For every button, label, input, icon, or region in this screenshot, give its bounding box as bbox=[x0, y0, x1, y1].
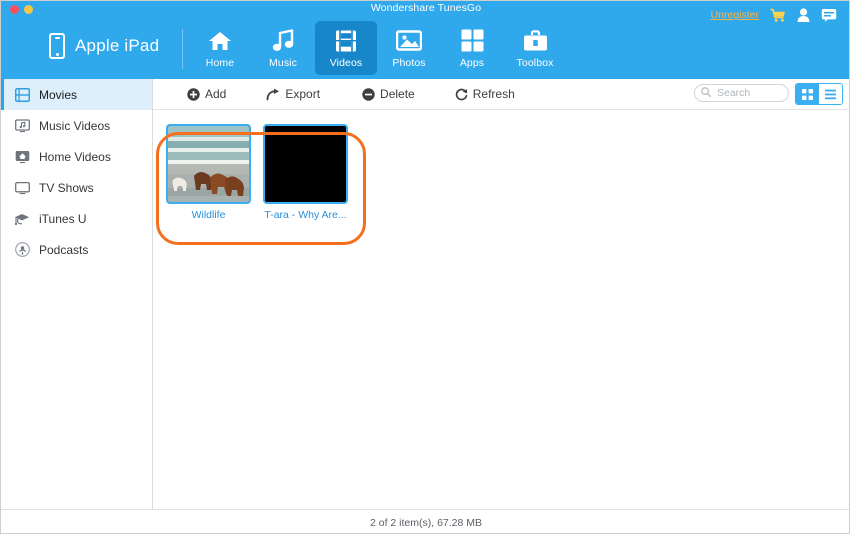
header-divider bbox=[182, 29, 183, 69]
sidebar-item-music-videos[interactable]: Music Videos bbox=[1, 110, 152, 141]
sidebar-item-podcasts[interactable]: Podcasts bbox=[1, 234, 152, 265]
search-box[interactable] bbox=[694, 84, 789, 102]
add-icon bbox=[187, 87, 200, 101]
tab-home[interactable]: Home bbox=[189, 21, 251, 75]
video-grid: Wildlife T-ara - Why Are... bbox=[153, 110, 849, 245]
tab-label: Apps bbox=[459, 56, 485, 69]
video-title: Wildlife bbox=[191, 209, 226, 221]
add-label: Add bbox=[205, 87, 227, 101]
sidebar-item-tv-shows[interactable]: TV Shows bbox=[1, 172, 152, 203]
tab-label: Toolbox bbox=[516, 56, 554, 69]
tab-videos[interactable]: Videos bbox=[315, 21, 377, 75]
status-bar: 2 of 2 item(s), 67.28 MB bbox=[1, 509, 849, 533]
list-view-button[interactable] bbox=[819, 84, 842, 104]
sidebar-item-label: iTunes U bbox=[39, 211, 87, 226]
search-icon bbox=[701, 84, 711, 102]
export-label: Export bbox=[285, 87, 321, 101]
sidebar: Movies Music Videos Home Videos TV Shows… bbox=[1, 79, 153, 509]
tab-toolbox[interactable]: Toolbox bbox=[504, 21, 566, 75]
connected-device[interactable]: Apple iPad bbox=[49, 33, 159, 59]
cart-icon[interactable] bbox=[770, 8, 786, 22]
tab-label: Photos bbox=[392, 56, 426, 69]
sidebar-item-home-videos[interactable]: Home Videos bbox=[1, 141, 152, 172]
refresh-label: Refresh bbox=[472, 87, 515, 101]
video-title: T-ara - Why Are... bbox=[264, 209, 347, 221]
grid-view-button[interactable] bbox=[796, 84, 819, 104]
tab-apps[interactable]: Apps bbox=[441, 21, 503, 75]
video-thumbnail[interactable] bbox=[166, 124, 251, 204]
music-video-icon bbox=[14, 118, 30, 134]
tab-label: Home bbox=[205, 56, 235, 69]
feedback-icon[interactable] bbox=[821, 8, 837, 22]
device-name: Apple iPad bbox=[75, 36, 160, 55]
video-icon bbox=[335, 28, 357, 54]
account-icon[interactable] bbox=[797, 8, 810, 22]
content-area: Add Export Delete Refresh Search Wildlif… bbox=[153, 79, 849, 509]
apps-icon bbox=[461, 28, 484, 54]
video-item[interactable]: Wildlife bbox=[166, 124, 251, 221]
refresh-icon bbox=[455, 88, 468, 101]
export-icon bbox=[266, 88, 280, 101]
home-icon bbox=[208, 28, 232, 54]
video-item[interactable]: T-ara - Why Are... bbox=[263, 124, 348, 221]
add-button[interactable]: Add bbox=[183, 79, 230, 109]
tab-photos[interactable]: Photos bbox=[378, 21, 440, 75]
delete-icon bbox=[362, 87, 375, 101]
sidebar-item-label: TV Shows bbox=[39, 180, 94, 195]
sidebar-item-label: Podcasts bbox=[39, 242, 89, 257]
tunesgo-window: Wondershare TunesGo Apple iPad Home Musi… bbox=[0, 0, 850, 534]
tv-icon bbox=[14, 180, 30, 196]
sidebar-item-itunes-u[interactable]: iTunes U bbox=[1, 203, 152, 234]
delete-button[interactable]: Delete bbox=[358, 79, 419, 109]
home-video-icon bbox=[14, 149, 30, 165]
app-header: Apple iPad Home Music Videos Photos Apps… bbox=[1, 8, 849, 79]
sidebar-item-label: Home Videos bbox=[39, 149, 111, 164]
toolbox-icon bbox=[523, 28, 548, 54]
sidebar-item-label: Music Videos bbox=[39, 118, 111, 133]
iphone-icon bbox=[49, 33, 65, 59]
refresh-button[interactable]: Refresh bbox=[451, 79, 519, 109]
tab-music[interactable]: Music bbox=[252, 21, 314, 75]
tab-label: Music bbox=[269, 56, 297, 69]
tab-label: Videos bbox=[329, 56, 363, 69]
movies-icon bbox=[14, 87, 30, 103]
music-icon bbox=[272, 28, 294, 54]
unregister-link[interactable]: Unregister bbox=[711, 9, 759, 21]
sidebar-item-label: Movies bbox=[39, 87, 78, 102]
search-input[interactable] bbox=[715, 86, 782, 100]
view-mode-toggle bbox=[795, 83, 843, 105]
main-navigation: Home Music Videos Photos Apps Toolbox bbox=[189, 21, 567, 75]
export-button[interactable]: Export bbox=[262, 79, 324, 109]
header-actions: Unregister bbox=[711, 8, 837, 22]
sidebar-item-movies[interactable]: Movies bbox=[1, 79, 152, 110]
status-text: 2 of 2 item(s), 67.28 MB bbox=[369, 516, 483, 529]
photo-icon bbox=[396, 28, 422, 54]
podcast-icon bbox=[14, 242, 30, 258]
content-toolbar: Add Export Delete Refresh Search bbox=[153, 79, 849, 110]
video-thumbnail[interactable] bbox=[263, 124, 348, 204]
graduation-icon bbox=[14, 211, 30, 227]
delete-label: Delete bbox=[380, 87, 415, 101]
